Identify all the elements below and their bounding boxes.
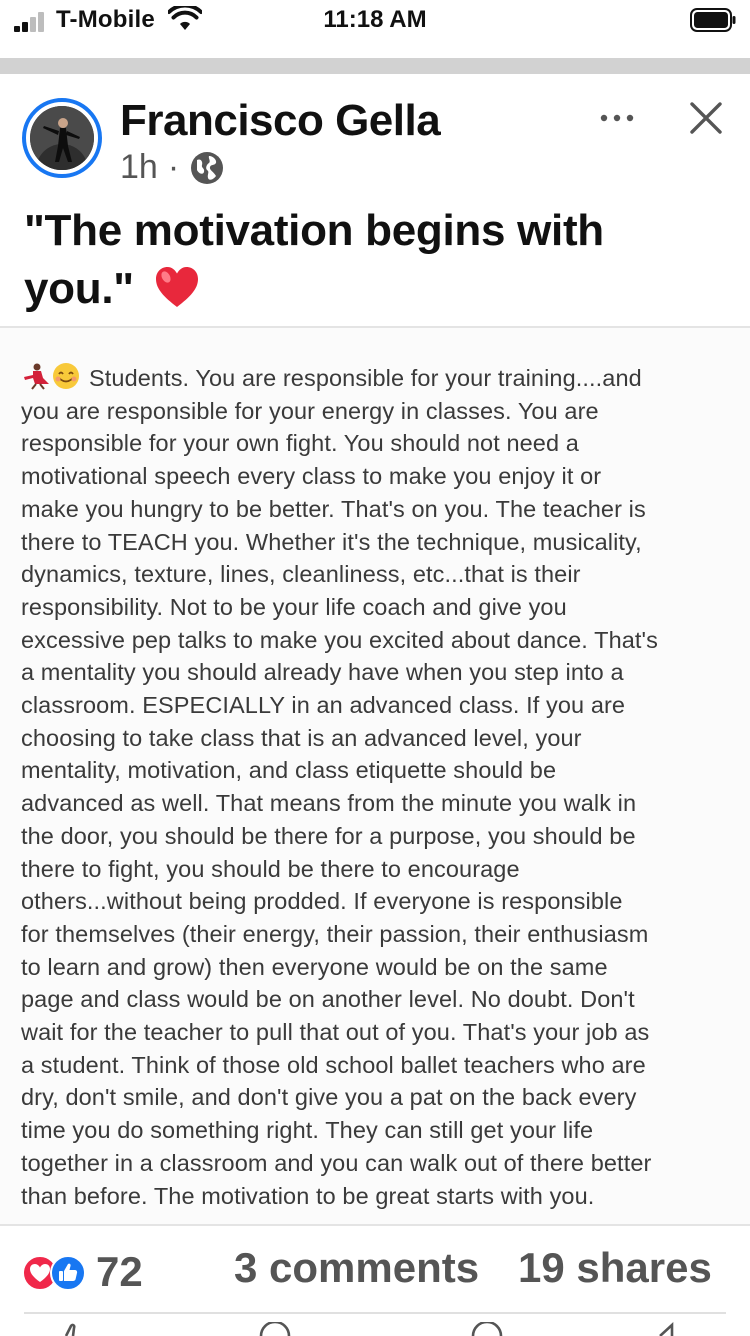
reaction-icons — [22, 1253, 90, 1291]
caption-text: "The motivation begins with you." — [24, 206, 604, 313]
post-image[interactable]: Students. You are responsible for your t… — [0, 328, 750, 1224]
body-line: Students. You are responsible for your t… — [21, 362, 733, 395]
reactions-summary[interactable]: 72 — [22, 1248, 143, 1296]
like-reaction-icon — [50, 1255, 86, 1291]
close-icon[interactable] — [688, 100, 724, 136]
status-bar: T-Mobile 11:18 AM — [0, 0, 750, 58]
body-line: there to TEACH you. Whether it's the tec… — [21, 528, 642, 555]
body-line: advanced as well. That means from the mi… — [21, 790, 637, 817]
avatar[interactable] — [22, 98, 102, 178]
shares-count-link[interactable]: 19 shares — [518, 1244, 712, 1292]
body-line: excessive pep talks to make you excited … — [21, 626, 658, 653]
body-line: time you do something right. They can st… — [21, 1117, 594, 1144]
status-time: 11:18 AM — [323, 6, 427, 33]
body-line: responsible for your own fight. You shou… — [21, 430, 579, 457]
post-caption: "The motivation begins with you." — [24, 202, 724, 318]
body-line: others...without being prodded. If every… — [21, 888, 623, 915]
body-line: to learn and grow) then everyone would b… — [21, 953, 608, 980]
comments-count-link[interactable]: 3 comments — [234, 1244, 479, 1292]
body-line: page and class would be on another level… — [21, 986, 635, 1013]
footer-divider — [0, 1224, 750, 1226]
body-line: for themselves (their energy, their pass… — [21, 920, 649, 947]
profile-photo — [30, 106, 94, 170]
more-options-icon[interactable] — [598, 106, 638, 130]
author-name[interactable]: Francisco Gella — [120, 96, 441, 146]
body-line: dynamics, texture, lines, cleanliness, e… — [21, 561, 581, 588]
body-line: choosing to take class that is an advanc… — [21, 724, 582, 751]
body-line: you are responsible for your energy in c… — [21, 397, 599, 424]
body-line: the door, you should be there for a purp… — [21, 822, 636, 849]
smiling-face-icon — [53, 363, 79, 389]
body-line: wait for the teacher to pull that out of… — [21, 1019, 650, 1046]
battery-icon — [690, 8, 736, 32]
post-time[interactable]: 1h — [120, 148, 158, 187]
reaction-count: 72 — [96, 1248, 143, 1295]
globe-icon — [191, 151, 224, 184]
body-line-text: Students. You are responsible for your t… — [89, 365, 642, 391]
actions-divider — [24, 1312, 726, 1314]
body-line: classroom. ESPECIALLY in an advanced cla… — [21, 692, 626, 719]
body-line: together in a classroom and you can walk… — [21, 1149, 652, 1176]
dancer-icon — [24, 363, 49, 390]
meta-separator: · — [167, 148, 180, 186]
body-line: dry, don't smile, and don't give you a p… — [21, 1084, 637, 1111]
body-line: there to fight, you should be there to e… — [21, 855, 520, 882]
post-meta: 1h · — [120, 148, 225, 187]
body-line: make you hungry to be better. That's on … — [21, 495, 646, 522]
red-heart-icon — [155, 267, 198, 307]
body-line: mentality, motivation, and class etiquet… — [21, 757, 557, 784]
post-header: Francisco Gella 1h · "The motivation beg… — [0, 74, 750, 328]
body-line: a mentality you should already have when… — [21, 659, 624, 686]
body-line: motivational speech every class to make … — [21, 463, 602, 490]
body-line: responsibility. Not to be your life coac… — [21, 593, 567, 620]
body-line: a student. Think of those old school bal… — [21, 1051, 646, 1078]
body-line: than before. The motivation to be great … — [21, 1182, 595, 1209]
post-body-text: Students. You are responsible for your t… — [21, 362, 733, 1212]
top-separator — [0, 58, 750, 74]
